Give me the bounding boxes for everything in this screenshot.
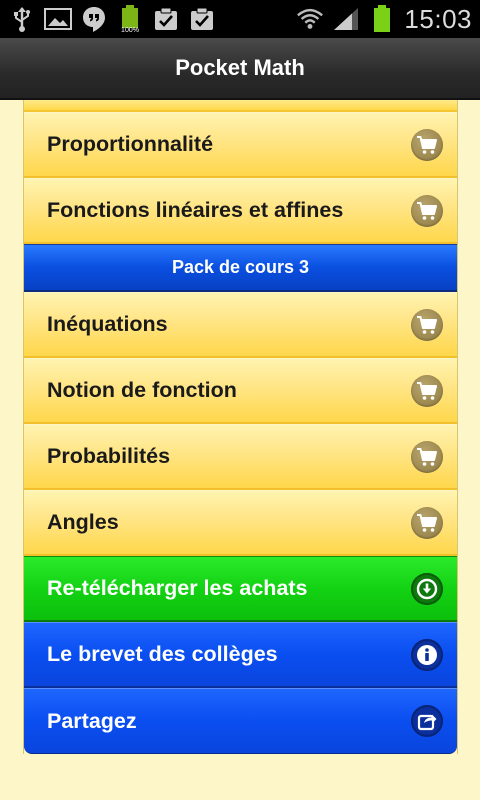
info-icon	[411, 638, 443, 671]
download-circle-icon	[411, 572, 443, 605]
list-item-proportionnalite[interactable]: Proportionnalité	[24, 112, 457, 178]
section-header-label: Pack de cours 3	[171, 257, 310, 277]
share-icon	[411, 705, 443, 737]
app-title: Pocket Math	[175, 55, 305, 80]
signal-icon	[332, 5, 360, 33]
status-time: 15:03	[404, 3, 472, 34]
redownload-purchases-button[interactable]: Re-télécharger les achats	[24, 556, 457, 622]
cart-icon[interactable]	[411, 440, 443, 473]
list-item-inequations[interactable]: Inéquations	[24, 292, 457, 358]
share-button[interactable]: Partagez	[24, 688, 457, 754]
list-item-label: Probabilités	[47, 444, 171, 468]
section-header-pack-3: Pack de cours 3	[24, 244, 457, 292]
status-right-icons: 15:03	[296, 4, 472, 35]
app-title-bar: Pocket Math	[0, 38, 480, 100]
cart-icon[interactable]	[411, 506, 443, 539]
list-item-probabilites[interactable]: Probabilités	[24, 424, 457, 490]
task-done-icon	[188, 5, 216, 33]
list-item-label: Proportionnalité	[47, 132, 214, 156]
image-icon	[44, 5, 72, 33]
wifi-icon	[296, 5, 324, 33]
hangouts-icon	[80, 5, 108, 33]
previous-row-edge	[24, 100, 457, 112]
status-bar: 100% 15:03	[0, 0, 480, 38]
list-item-angles[interactable]: Angles	[24, 490, 457, 556]
task-done-icon	[152, 5, 180, 33]
list-item-fonctions-lineaires[interactable]: Fonctions linéaires et affines	[24, 178, 457, 244]
list-item-notion-de-fonction[interactable]: Notion de fonction	[24, 358, 457, 424]
cart-icon[interactable]	[411, 194, 443, 227]
course-list-area[interactable]: Proportionnalité Fonctions linéaires et …	[0, 100, 480, 800]
brevet-des-colleges-label: Le brevet des collèges	[47, 642, 278, 666]
cart-icon[interactable]	[411, 374, 443, 407]
battery-icon	[368, 5, 396, 33]
list-item-label: Angles	[47, 510, 119, 534]
cart-icon[interactable]	[411, 308, 443, 341]
usb-icon	[8, 5, 36, 33]
battery-full-icon: 100%	[116, 5, 144, 34]
list-item-label: Fonctions linéaires et affines	[47, 198, 344, 222]
list-item-label: Notion de fonction	[47, 378, 237, 402]
list-item-label: Inéquations	[47, 312, 168, 336]
brevet-des-colleges-button[interactable]: Le brevet des collèges	[24, 622, 457, 688]
status-left-icons: 100%	[8, 5, 216, 34]
course-list: Proportionnalité Fonctions linéaires et …	[23, 100, 458, 754]
share-label: Partagez	[47, 708, 137, 733]
redownload-purchases-label: Re-télécharger les achats	[47, 576, 308, 600]
battery-percent-label: 100%	[121, 27, 139, 34]
cart-icon[interactable]	[411, 128, 443, 161]
